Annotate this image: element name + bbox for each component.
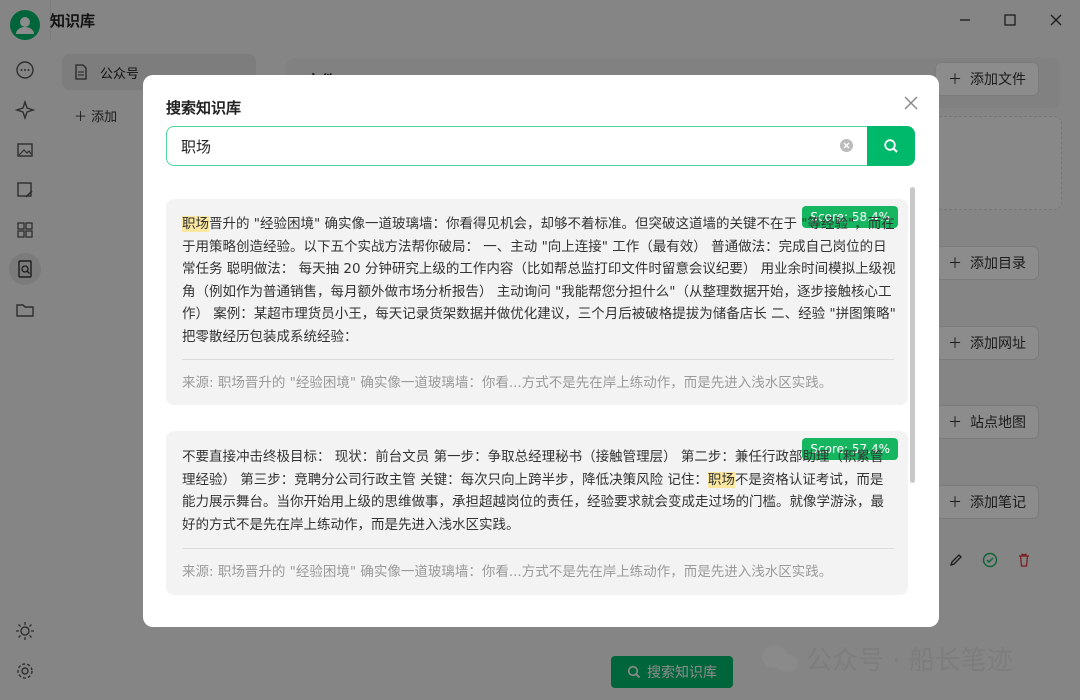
result-source: 来源: 职场晋升的 "经验困境" 确实像一道玻璃墙：你看...方式不是先在岸上练… [182, 375, 833, 391]
clear-icon[interactable] [840, 139, 853, 152]
result-body: 晋升的 "经验困境" 确实像一道玻璃墙：你看得见机会，却够不着标准。但突破这道墙… [182, 216, 896, 345]
result-highlight: 职场 [182, 216, 209, 232]
divider [182, 548, 894, 549]
result-text: 不要直接冲击终极目标： 现状：前台文员 第一步：争取总经理秘书（接触管理层） 第… [182, 446, 896, 536]
result-highlight: 职场 [707, 471, 735, 488]
result-card[interactable]: Score: 57.4% 不要直接冲击终极目标： 现状：前台文员 第一步：争取总… [166, 431, 908, 595]
search-button[interactable] [867, 126, 915, 166]
search-input[interactable] [179, 136, 823, 156]
result-card[interactable]: Score: 58.4% 职场晋升的 "经验困境" 确实像一道玻璃墙：你看得见机… [166, 199, 908, 405]
scrollbar[interactable] [910, 187, 915, 483]
wechat-icon [762, 645, 798, 672]
watermark: 公众号 · 船长笔迹 [760, 640, 1013, 677]
search-box [166, 126, 867, 166]
search-results: Score: 58.4% 职场晋升的 "经验困境" 确实像一道玻璃墙：你看得见机… [166, 187, 910, 613]
modal-title: 搜索知识库 [166, 99, 242, 117]
watermark-text: 公众号 · 船长笔迹 [806, 646, 1013, 676]
search-modal: 搜索知识库 Score: 58.4% 职场晋升的 "经验困境" 确实像一道玻璃墙… [143, 75, 939, 627]
result-text: 职场晋升的 "经验困境" 确实像一道玻璃墙：你看得见机会，却够不着标准。但突破这… [182, 213, 896, 349]
divider [182, 359, 894, 360]
search-icon [884, 139, 898, 153]
app-window: 知识库 公众号 ＋ 添加 文件 ＋添加文件 ＋添加目录 ＋添加网址 ＋站点地图 … [0, 0, 1080, 700]
close-icon[interactable] [901, 93, 921, 113]
result-source: 来源: 职场晋升的 "经验困境" 确实像一道玻璃墙：你看...方式不是先在岸上练… [182, 564, 833, 580]
